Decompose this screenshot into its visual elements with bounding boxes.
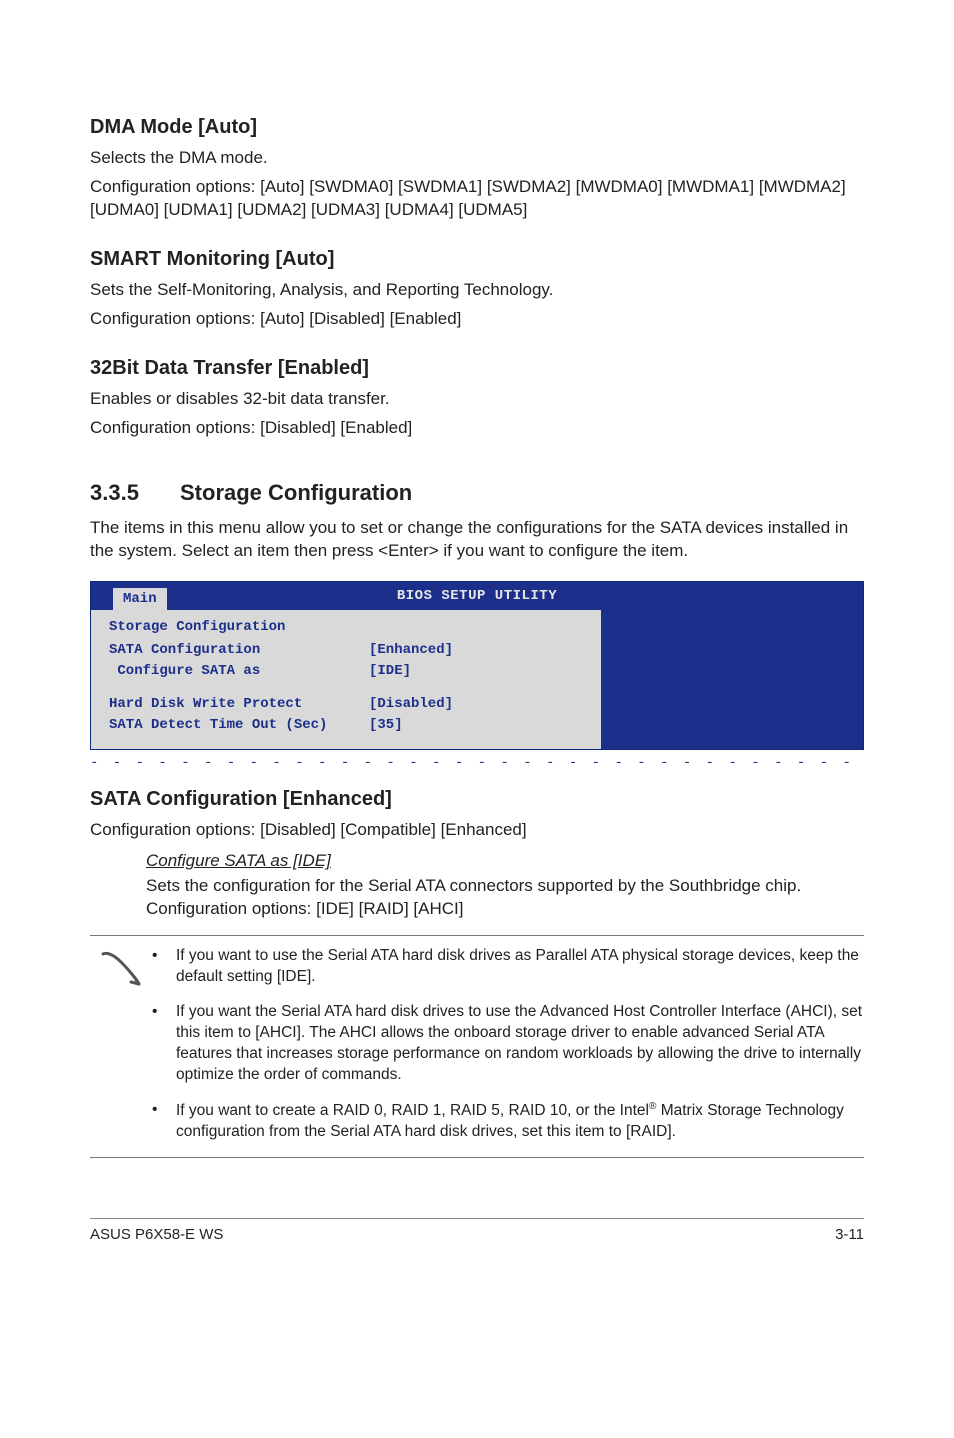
bullet-icon: •	[152, 946, 176, 988]
text-smart-line1: Sets the Self-Monitoring, Analysis, and …	[90, 279, 864, 302]
note-box: • If you want to use the Serial ATA hard…	[90, 935, 864, 1158]
bios-tab-main: Main	[113, 588, 167, 610]
bios-label: Hard Disk Write Protect	[109, 695, 369, 714]
footer-right: 3-11	[835, 1225, 864, 1245]
text-32bit-line2: Configuration options: [Disabled] [Enabl…	[90, 417, 864, 440]
section-number: 3.3.5	[90, 478, 180, 508]
bios-title-bar: BIOS SETUP UTILITY Main	[91, 582, 863, 610]
bullet-icon: •	[152, 1100, 176, 1143]
heading-32bit: 32Bit Data Transfer [Enabled]	[90, 355, 864, 382]
page-footer: ASUS P6X58-E WS 3-11	[90, 1218, 864, 1245]
bios-value: [Disabled]	[369, 695, 453, 714]
bios-group-title: Storage Configuration	[109, 618, 583, 637]
bios-row: Hard Disk Write Protect [Disabled]	[109, 695, 583, 714]
heading-smart: SMART Monitoring [Auto]	[90, 246, 864, 273]
note-item: • If you want to create a RAID 0, RAID 1…	[152, 1100, 864, 1143]
text-dma-line2: Configuration options: [Auto] [SWDMA0] […	[90, 176, 864, 222]
bios-body: Storage Configuration SATA Configuration…	[91, 610, 863, 748]
heading-dma-mode: DMA Mode [Auto]	[90, 114, 864, 141]
bios-row: SATA Detect Time Out (Sec) [35]	[109, 716, 583, 735]
bios-setup-box: BIOS SETUP UTILITY Main Storage Configur…	[90, 581, 864, 749]
note-list: • If you want to use the Serial ATA hard…	[152, 946, 864, 1143]
bios-label: SATA Configuration	[109, 641, 369, 660]
bios-row: Configure SATA as [IDE]	[109, 662, 583, 681]
subhead-configure-sata: Configure SATA as [IDE]	[146, 850, 864, 873]
section-title: Storage Configuration	[180, 480, 412, 505]
bios-value: [IDE]	[369, 662, 411, 681]
note-item: • If you want to use the Serial ATA hard…	[152, 946, 864, 988]
heading-storage-config: 3.3.5Storage Configuration	[90, 478, 864, 508]
note-text-1: If you want to use the Serial ATA hard d…	[176, 946, 864, 988]
heading-sata-config: SATA Configuration [Enhanced]	[90, 786, 864, 813]
text-dma-line1: Selects the DMA mode.	[90, 147, 864, 170]
bios-label: Configure SATA as	[109, 662, 369, 681]
bios-value: [Enhanced]	[369, 641, 453, 660]
bullet-icon: •	[152, 1002, 176, 1086]
text-sata-conf-line1: Configuration options: [Disabled] [Compa…	[90, 819, 864, 842]
bios-row: SATA Configuration [Enhanced]	[109, 641, 583, 660]
note-text-3: If you want to create a RAID 0, RAID 1, …	[176, 1100, 864, 1143]
bios-value: [35]	[369, 716, 403, 735]
footer-left: ASUS P6X58-E WS	[90, 1225, 223, 1245]
configure-sata-block: Configure SATA as [IDE] Sets the configu…	[90, 850, 864, 921]
note-item: • If you want the Serial ATA hard disk d…	[152, 1002, 864, 1086]
text-smart-line2: Configuration options: [Auto] [Disabled]…	[90, 308, 864, 331]
note-icon	[90, 946, 152, 1143]
note-text-2: If you want the Serial ATA hard disk dri…	[176, 1002, 864, 1086]
bios-utility-title: BIOS SETUP UTILITY	[91, 582, 863, 610]
text-storage-intro: The items in this menu allow you to set …	[90, 517, 864, 563]
bios-right-panel	[601, 610, 863, 748]
text-configure-sata-body: Sets the configuration for the Serial AT…	[146, 875, 864, 921]
bios-label: SATA Detect Time Out (Sec)	[109, 716, 369, 735]
dash-separator: - - - - - - - - - - - - - - - - - - - - …	[90, 754, 864, 773]
bios-left-panel: Storage Configuration SATA Configuration…	[91, 610, 601, 748]
text-32bit-line1: Enables or disables 32-bit data transfer…	[90, 388, 864, 411]
